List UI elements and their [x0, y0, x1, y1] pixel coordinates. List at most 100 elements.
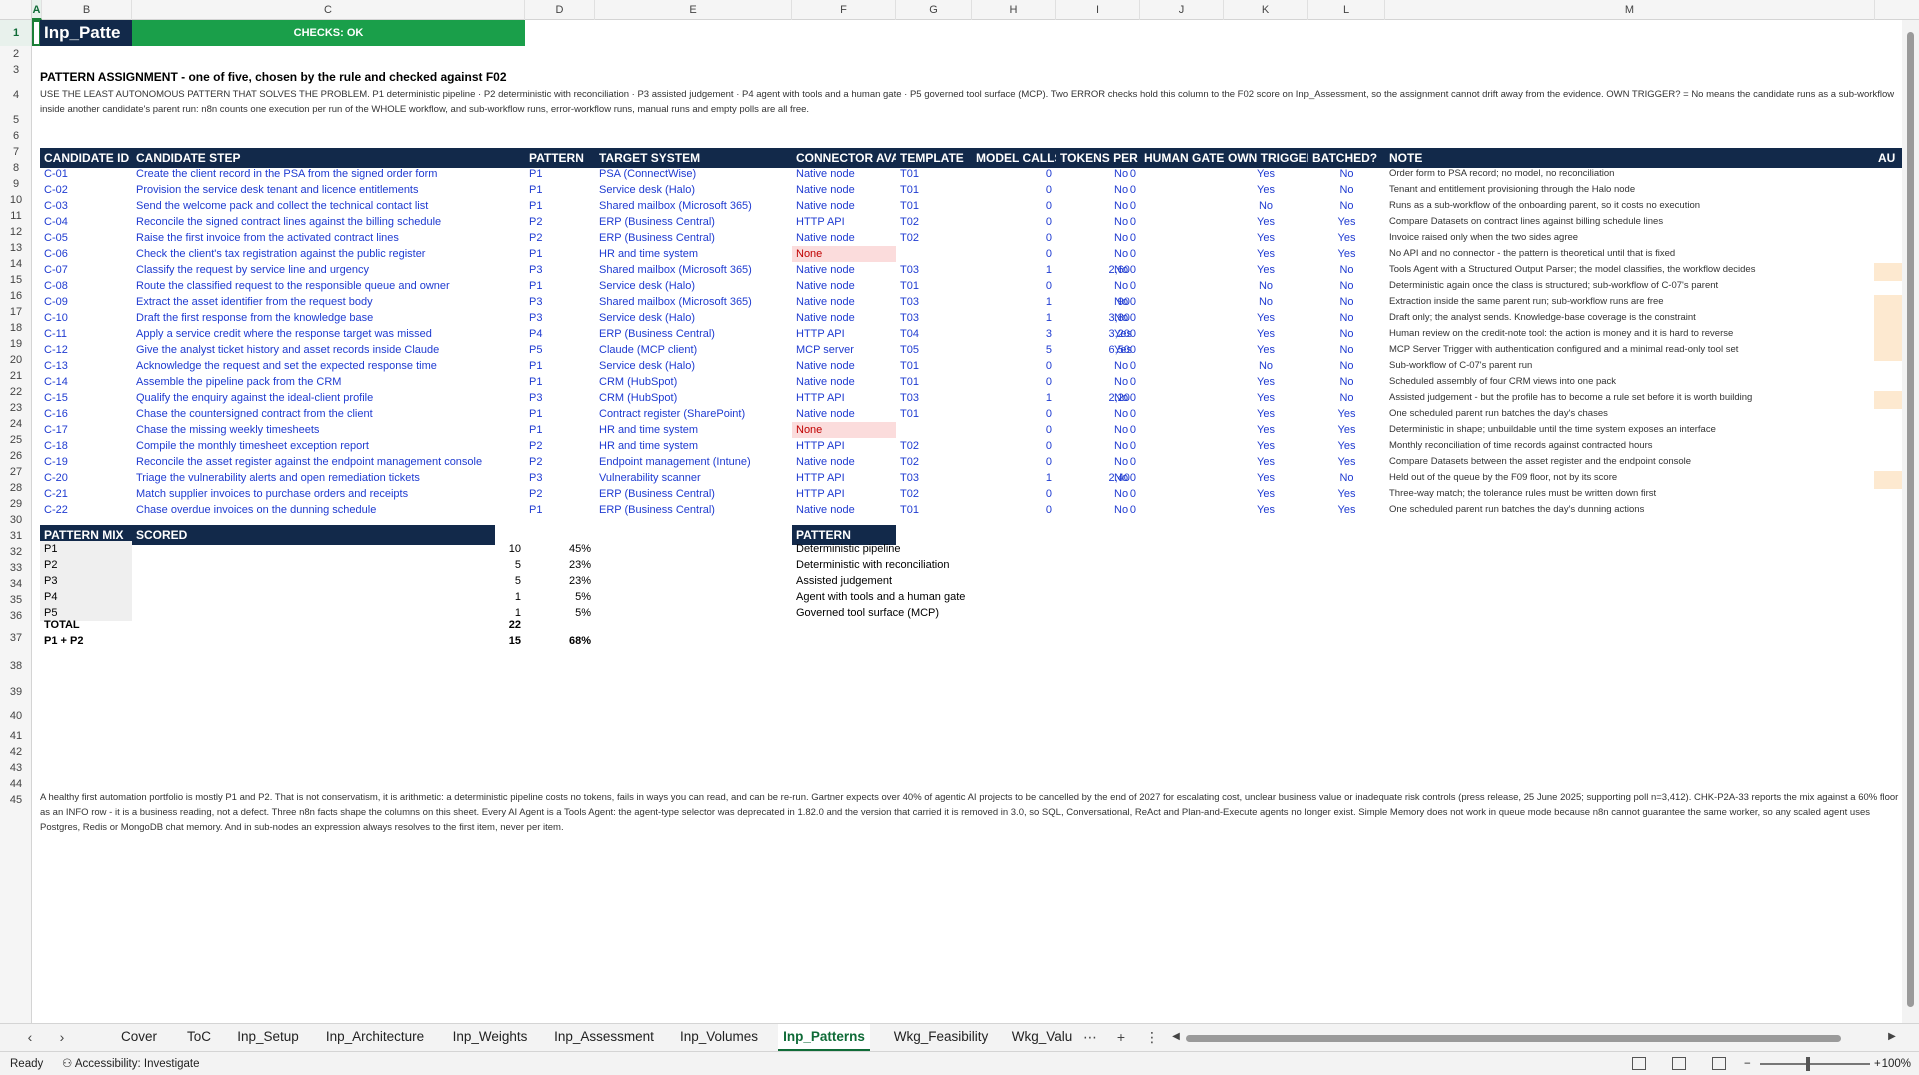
cell-calls[interactable]: 0 — [972, 198, 1056, 214]
cell-batched[interactable]: No — [1308, 470, 1385, 486]
row-header-24[interactable]: 24 — [0, 416, 31, 432]
row-header-10[interactable]: 10 — [0, 192, 31, 208]
mix-pattern[interactable]: P1 — [40, 541, 132, 557]
cell-connector[interactable]: Native node — [792, 182, 896, 198]
cell-note[interactable]: Tools Agent with a Structured Output Par… — [1385, 262, 1870, 278]
cell-target[interactable]: HR and time system — [595, 438, 792, 454]
cell-batched[interactable]: No — [1308, 198, 1385, 214]
cell-pattern[interactable]: P1 — [525, 198, 595, 214]
page-layout-icon[interactable] — [1672, 1057, 1686, 1070]
cell-trigger[interactable]: Yes — [1224, 422, 1308, 438]
cell-trigger[interactable]: Yes — [1224, 438, 1308, 454]
normal-view-icon[interactable] — [1632, 1057, 1646, 1070]
cell-pattern[interactable]: P5 — [525, 342, 595, 358]
cell-template[interactable]: T02 — [896, 214, 972, 230]
highlight-cell[interactable] — [1874, 263, 1902, 281]
cell-gate[interactable]: Yes — [1110, 342, 1194, 358]
cell-id[interactable]: C-04 — [40, 214, 132, 230]
cell-batched[interactable]: No — [1308, 262, 1385, 278]
cell-note[interactable]: Deterministic again once the class is st… — [1385, 278, 1870, 294]
add-sheet-icon[interactable]: + — [1108, 1024, 1134, 1052]
row-header-21[interactable]: 21 — [0, 368, 31, 384]
sheet-options-icon[interactable]: ⋮ — [1143, 1024, 1161, 1052]
row-header-12[interactable]: 12 — [0, 224, 31, 240]
row-header-42[interactable]: 42 — [0, 744, 31, 760]
cell-gate[interactable]: No — [1110, 198, 1194, 214]
row-header-7[interactable]: 7 — [0, 144, 31, 160]
cell-pattern[interactable]: P2 — [525, 214, 595, 230]
tab-inp-volumes[interactable]: Inp_Volumes — [672, 1024, 766, 1052]
cell-batched[interactable]: Yes — [1308, 454, 1385, 470]
cell-calls[interactable]: 0 — [972, 166, 1056, 182]
cell-connector[interactable]: Native node — [792, 502, 896, 518]
cell-step[interactable]: Chase the countersigned contract from th… — [132, 406, 525, 422]
row-header-28[interactable]: 28 — [0, 480, 31, 496]
row-header-8[interactable]: 8 — [0, 160, 31, 176]
cell-pattern[interactable]: P1 — [525, 406, 595, 422]
cell-step[interactable]: Qualify the enquiry against the ideal-cl… — [132, 390, 525, 406]
cell-batched[interactable]: No — [1308, 278, 1385, 294]
cell-connector[interactable]: Native node — [792, 166, 896, 182]
tab-inp-architecture[interactable]: Inp_Architecture — [312, 1024, 438, 1052]
mix-count[interactable]: 5 — [132, 557, 525, 573]
cell-note[interactable]: Compare Datasets between the asset regis… — [1385, 454, 1870, 470]
column-header-m[interactable]: M — [1385, 0, 1875, 20]
column-header-i[interactable]: I — [1056, 0, 1140, 20]
cell-calls[interactable]: 0 — [972, 246, 1056, 262]
cell-trigger[interactable]: Yes — [1224, 406, 1308, 422]
prev-sheet-icon[interactable]: ‹ — [20, 1024, 40, 1052]
cell-step[interactable]: Provision the service desk tenant and li… — [132, 182, 525, 198]
highlight-cell[interactable] — [1874, 471, 1902, 489]
cell-target[interactable]: Service desk (Halo) — [595, 182, 792, 198]
column-header-j[interactable]: J — [1140, 0, 1224, 20]
row-header-35[interactable]: 35 — [0, 592, 31, 608]
row-header-4[interactable]: 4 — [0, 79, 31, 112]
cell-batched[interactable]: Yes — [1308, 422, 1385, 438]
cell-note[interactable]: No API and no connector - the pattern is… — [1385, 246, 1870, 262]
scroll-left-icon[interactable]: ◀ — [1168, 1024, 1184, 1052]
row-header-18[interactable]: 18 — [0, 320, 31, 336]
cell-id[interactable]: C-15 — [40, 390, 132, 406]
cell-pattern[interactable]: P3 — [525, 390, 595, 406]
cell-connector[interactable]: HTTP API — [792, 438, 896, 454]
vertical-scroll-thumb[interactable] — [1907, 32, 1914, 1007]
cell-connector[interactable]: Native node — [792, 278, 896, 294]
row-header-34[interactable]: 34 — [0, 576, 31, 592]
cell-id[interactable]: C-03 — [40, 198, 132, 214]
cell-gate[interactable]: No — [1110, 486, 1194, 502]
more-sheets-icon[interactable]: ⋯ — [1078, 1024, 1102, 1052]
cell-connector[interactable]: HTTP API — [792, 390, 896, 406]
cell-target[interactable]: CRM (HubSpot) — [595, 390, 792, 406]
next-sheet-icon[interactable]: › — [52, 1024, 72, 1052]
cell-calls[interactable]: 0 — [972, 422, 1056, 438]
cell-id[interactable]: C-02 — [40, 182, 132, 198]
cell-batched[interactable]: Yes — [1308, 246, 1385, 262]
cell-target[interactable]: Vulnerability scanner — [595, 470, 792, 486]
cell-id[interactable]: C-20 — [40, 470, 132, 486]
cell-template[interactable]: T01 — [896, 358, 972, 374]
cell-target[interactable]: ERP (Business Central) — [595, 502, 792, 518]
cell-pattern[interactable]: P2 — [525, 438, 595, 454]
cell-template[interactable]: T02 — [896, 454, 972, 470]
row-header-5[interactable]: 5 — [0, 112, 31, 128]
column-header-c[interactable]: C — [132, 0, 525, 20]
mix-pattern-name[interactable]: Deterministic pipeline — [792, 541, 1022, 557]
cell-calls[interactable]: 0 — [972, 486, 1056, 502]
row-header-29[interactable]: 29 — [0, 496, 31, 512]
cell-step[interactable]: Apply a service credit where the respons… — [132, 326, 525, 342]
mix-count[interactable]: 5 — [132, 573, 525, 589]
cell-id[interactable]: C-09 — [40, 294, 132, 310]
cell-batched[interactable]: Yes — [1308, 406, 1385, 422]
cell-template[interactable]: T01 — [896, 374, 972, 390]
cell-trigger[interactable]: Yes — [1224, 182, 1308, 198]
cell-trigger[interactable]: Yes — [1224, 246, 1308, 262]
row-header-11[interactable]: 11 — [0, 208, 31, 224]
cell-id[interactable]: C-06 — [40, 246, 132, 262]
zoom-out-icon[interactable]: − — [1744, 1052, 1751, 1075]
cell-trigger[interactable]: Yes — [1224, 470, 1308, 486]
cell-step[interactable]: Extract the asset identifier from the re… — [132, 294, 525, 310]
cell-trigger[interactable]: Yes — [1224, 166, 1308, 182]
cell-template[interactable]: T01 — [896, 502, 972, 518]
cell-gate[interactable]: No — [1110, 310, 1194, 326]
cell-calls[interactable]: 0 — [972, 182, 1056, 198]
